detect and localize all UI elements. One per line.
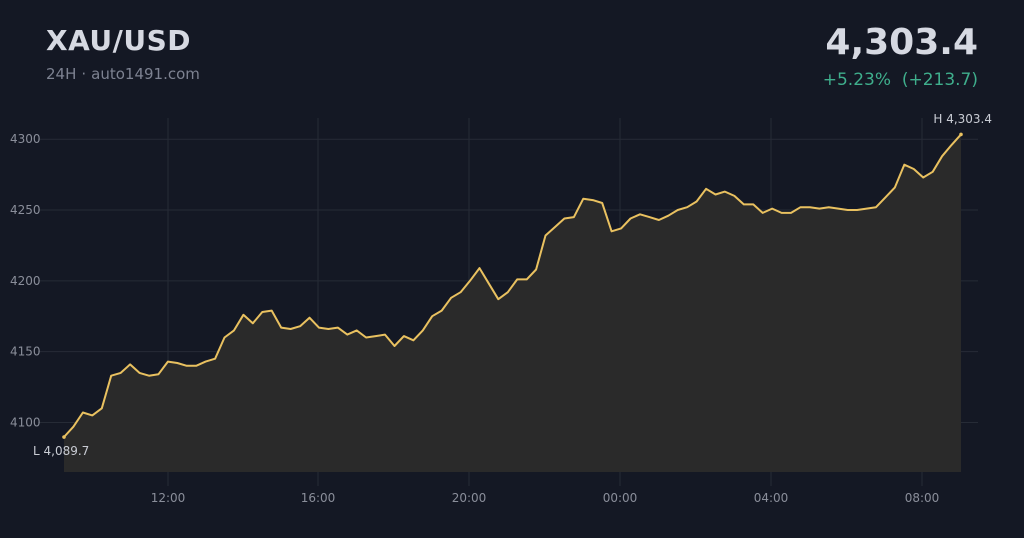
- low-marker: [62, 435, 66, 439]
- high-marker: [959, 132, 963, 137]
- area-layer: [63, 133, 962, 472]
- y-tick-label: 4150: [10, 345, 41, 359]
- price-area-fill: [64, 134, 961, 472]
- x-tick-label: 00:00: [603, 491, 638, 505]
- y-tick-label: 4300: [10, 132, 41, 146]
- x-tick-label: 08:00: [905, 491, 940, 505]
- low-label: L 4,089.7: [33, 444, 89, 458]
- y-tick-label: 4200: [10, 274, 41, 288]
- x-tick-label: 12:00: [151, 491, 186, 505]
- x-tick-label: 16:00: [301, 491, 336, 505]
- y-tick-label: 4250: [10, 203, 41, 217]
- price-chart: 4100 4150 4200 4250 4300 12:00 16:00 20:00 00:00…: [10, 112, 992, 505]
- high-label: H 4,303.4: [933, 112, 992, 126]
- x-tick-label: 04:00: [754, 491, 789, 505]
- x-tick-label: 20:00: [452, 491, 487, 505]
- y-tick-label: 4100: [10, 415, 41, 429]
